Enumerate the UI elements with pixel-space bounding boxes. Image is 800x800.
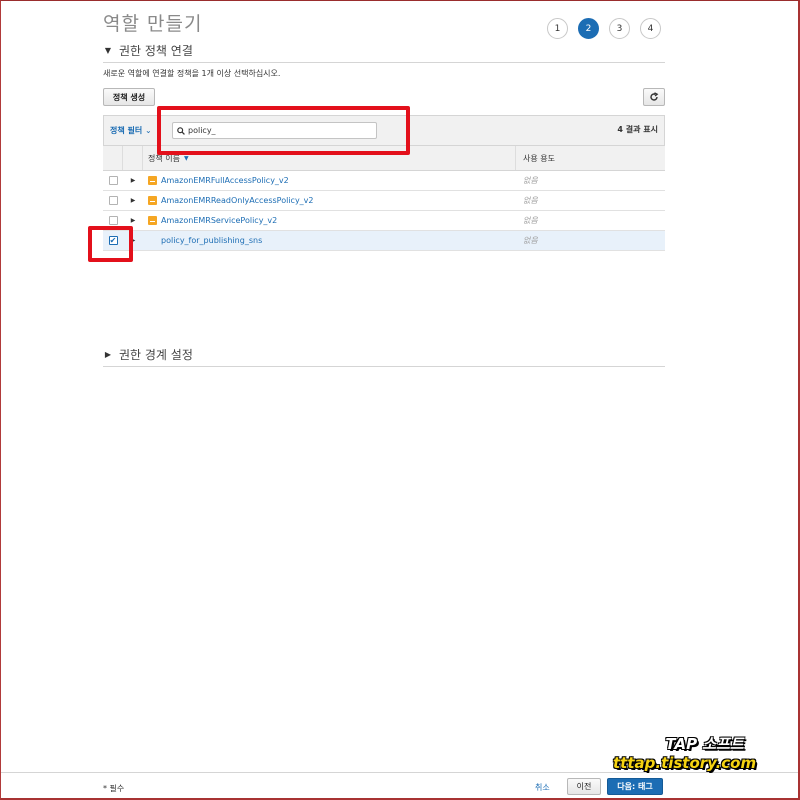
- step-2[interactable]: 2: [578, 18, 599, 39]
- watermark: TAP 소프트 tttap.tistory.com: [613, 733, 756, 772]
- required-note: * 필수: [103, 784, 125, 793]
- watermark-line-2: tttap.tistory.com: [613, 754, 757, 772]
- permissions-boundary-title: 권한 경계 설정: [119, 348, 193, 362]
- policy-filter-dropdown[interactable]: 정책 필터 ⌄: [110, 125, 152, 136]
- policy-name-link[interactable]: AmazonEMRFullAccessPolicy_v2: [161, 176, 289, 185]
- row-checkbox[interactable]: [108, 216, 118, 225]
- policy-usage: 없음: [523, 196, 538, 205]
- row-checkbox-checked[interactable]: ✔: [108, 236, 118, 245]
- caret-down-icon: ▼: [104, 46, 112, 55]
- row-checkbox-cell: [103, 171, 123, 190]
- row-name-cell: AmazonEMRReadOnlyAccessPolicy_v2: [143, 191, 516, 210]
- row-checkbox-cell: ✔: [103, 231, 123, 250]
- cancel-link[interactable]: 취소: [535, 782, 550, 793]
- footer-bar: * 필수 취소 이전 다음: 태그: [0, 772, 800, 800]
- sort-desc-icon: ▼: [183, 154, 189, 162]
- search-icon: [177, 126, 185, 135]
- header-checkbox-cell: [103, 146, 123, 170]
- step-1[interactable]: 1: [547, 18, 568, 39]
- result-count: 4 결과 표시: [617, 125, 658, 134]
- row-checkbox-cell: [103, 191, 123, 210]
- row-name-cell: AmazonEMRFullAccessPolicy_v2: [143, 171, 516, 190]
- table-header: 정책 이름 ▼ 사용 용도: [103, 146, 665, 171]
- column-header-name[interactable]: 정책 이름 ▼: [143, 146, 516, 170]
- row-name-cell: AmazonEMRServicePolicy_v2: [143, 211, 516, 230]
- column-header-usage[interactable]: 사용 용도: [516, 146, 665, 170]
- aws-managed-policy-icon: [148, 196, 157, 205]
- step-4[interactable]: 4: [640, 18, 661, 39]
- refresh-button[interactable]: [643, 88, 665, 106]
- expand-caret-icon[interactable]: ▶: [131, 177, 136, 184]
- step-3[interactable]: 3: [609, 18, 630, 39]
- table-row[interactable]: ▶ AmazonEMRFullAccessPolicy_v2 없음: [103, 171, 665, 191]
- table-row[interactable]: ▶ AmazonEMRReadOnlyAccessPolicy_v2 없음: [103, 191, 665, 211]
- search-input[interactable]: [188, 126, 368, 135]
- policy-name-link[interactable]: AmazonEMRReadOnlyAccessPolicy_v2: [161, 196, 314, 205]
- wizard-steps: 1 2 3 4: [547, 18, 661, 39]
- row-checkbox[interactable]: [108, 176, 118, 185]
- search-box[interactable]: [172, 122, 377, 139]
- policy-usage: 없음: [523, 216, 538, 225]
- attach-policies-title: 권한 정책 연결: [119, 44, 193, 58]
- policy-name-link[interactable]: policy_for_publishing_sns: [161, 236, 262, 245]
- table-row[interactable]: ▶ AmazonEMRServicePolicy_v2 없음: [103, 211, 665, 231]
- column-name-label: 정책 이름: [148, 153, 180, 163]
- row-expand-cell: ▶: [123, 191, 143, 210]
- refresh-icon: [650, 92, 659, 101]
- filter-bar: 정책 필터 ⌄ 4 결과 표시: [103, 115, 665, 145]
- aws-managed-policy-icon: [148, 216, 157, 225]
- row-checkbox-cell: [103, 211, 123, 230]
- row-expand-cell: ▶: [123, 231, 143, 250]
- policy-table: 정책 이름 ▼ 사용 용도 ▶ AmazonEMRFullAccessPolic…: [103, 145, 665, 251]
- policy-filter-label: 정책 필터: [110, 126, 143, 135]
- attach-policies-header[interactable]: ▼ 권한 정책 연결: [103, 42, 665, 63]
- attach-policies-description: 새로운 역할에 연결할 정책을 1개 이상 선택하십시오.: [103, 69, 281, 78]
- row-expand-cell: ▶: [123, 171, 143, 190]
- policy-name-link[interactable]: AmazonEMRServicePolicy_v2: [161, 216, 277, 225]
- previous-button[interactable]: 이전: [567, 778, 601, 795]
- expand-caret-icon[interactable]: ▶: [131, 197, 136, 204]
- permissions-boundary-header[interactable]: ▶ 권한 경계 설정: [103, 346, 665, 367]
- expand-caret-icon[interactable]: ▶: [131, 217, 136, 224]
- policy-usage: 없음: [523, 176, 538, 185]
- header-expand-cell: [123, 146, 143, 170]
- aws-managed-policy-icon: [148, 176, 157, 185]
- expand-caret-icon[interactable]: ▶: [131, 237, 136, 244]
- caret-right-icon: ▶: [104, 350, 112, 359]
- table-row-selected[interactable]: ✔ ▶ policy_for_publishing_sns 없음: [103, 231, 665, 251]
- page-title: 역할 만들기: [103, 13, 203, 35]
- policy-usage: 없음: [523, 236, 538, 245]
- row-checkbox[interactable]: [108, 196, 118, 205]
- watermark-line-1: TAP 소프트: [665, 735, 744, 753]
- create-policy-button[interactable]: 정책 생성: [103, 88, 155, 106]
- chevron-down-icon: ⌄: [145, 126, 152, 135]
- next-tags-button[interactable]: 다음: 태그: [607, 778, 663, 795]
- row-expand-cell: ▶: [123, 211, 143, 230]
- row-name-cell: policy_for_publishing_sns: [143, 231, 516, 250]
